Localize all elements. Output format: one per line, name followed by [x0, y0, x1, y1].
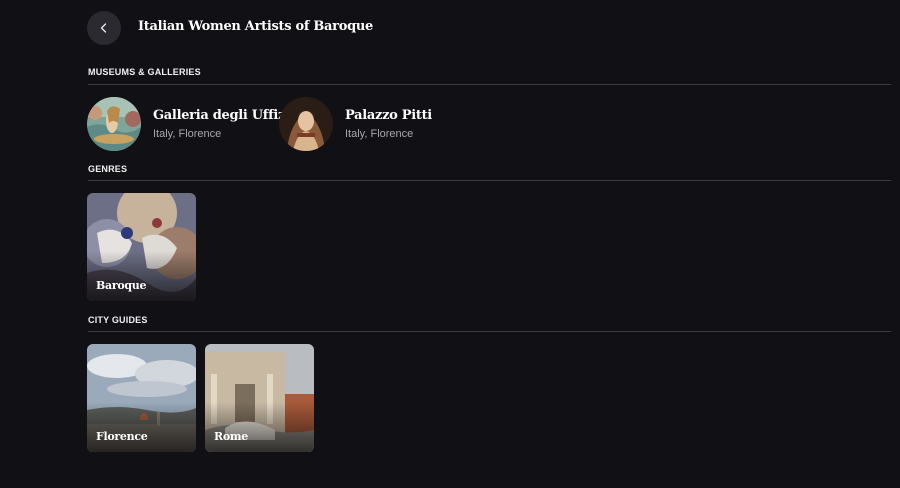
divider: [88, 331, 891, 332]
museum-item-pitti[interactable]: Palazzo Pitti Italy, Florence: [279, 96, 432, 152]
museum-location: Italy, Florence: [345, 128, 414, 140]
museum-name: Galleria degli Uffizi: [153, 108, 290, 123]
section-heading-museums: MUSEUMS & GALLERIES: [88, 67, 201, 77]
museum-thumbnail: [87, 97, 141, 151]
museum-name: Palazzo Pitti: [345, 108, 432, 123]
city-card-rome[interactable]: Rome: [205, 344, 314, 452]
section-heading-city-guides: CITY GUIDES: [88, 315, 148, 325]
museum-thumbnail: [279, 97, 333, 151]
city-card-florence[interactable]: Florence: [87, 344, 196, 452]
card-label: Florence: [96, 430, 148, 443]
section-heading-genres: GENRES: [88, 164, 128, 174]
museum-item-uffizi[interactable]: Galleria degli Uffizi Italy, Florence: [87, 96, 290, 152]
museum-location: Italy, Florence: [153, 128, 222, 140]
divider: [88, 180, 891, 181]
chevron-left-icon: [100, 23, 107, 33]
card-gradient: [87, 402, 196, 452]
genre-card-baroque[interactable]: Baroque: [87, 193, 196, 301]
card-label: Rome: [214, 430, 248, 443]
card-gradient: [205, 402, 314, 452]
back-button[interactable]: [87, 11, 121, 45]
card-gradient: [87, 251, 196, 301]
page-title: Italian Women Artists of Baroque: [138, 19, 373, 34]
divider: [88, 84, 891, 85]
card-label: Baroque: [96, 279, 147, 292]
